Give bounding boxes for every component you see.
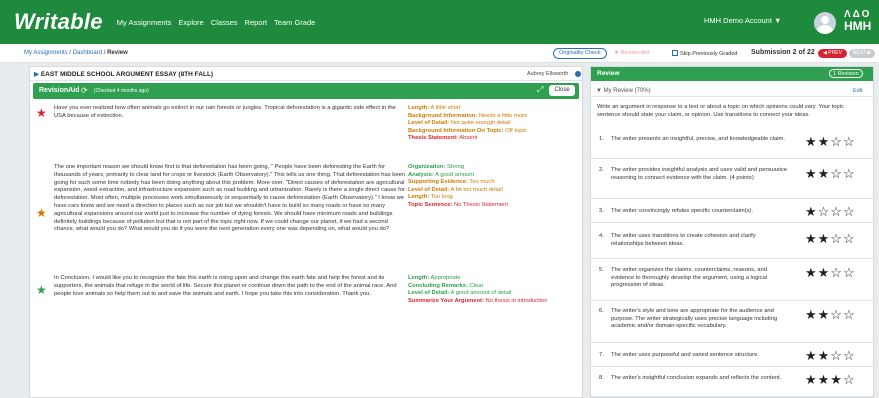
top-navbar: Writable My Assignments Explore Classes …	[0, 0, 879, 44]
feedback-item: Summarize Your Argument: No thesis in in…	[408, 297, 548, 304]
criterion-text: The writer's style and tone are appropri…	[611, 308, 778, 330]
breadcrumb-current: Review	[107, 50, 128, 56]
revision-aid-bar: RevisionAid ⟳ (Checked 4 months ago) ⤢ C…	[33, 83, 579, 99]
star-rating[interactable]: ★★☆☆	[805, 135, 856, 148]
close-button[interactable]: Close	[549, 85, 575, 96]
edit-link[interactable]: Edit	[853, 88, 862, 94]
paragraph-text: In Conclusion, I would like you to recog…	[54, 275, 397, 297]
my-review-label[interactable]: ▼ My Review (70%)	[596, 88, 651, 94]
caret-right-icon: ▶	[34, 71, 41, 78]
essay-panel: ▶ EAST MIDDLE SCHOOL ARGUMENT ESSAY (8TH…	[29, 66, 583, 398]
hmh-logo-text: HMH	[844, 19, 872, 33]
paragraph-feedback: Length: A little short Background Inform…	[408, 105, 580, 143]
essay-header[interactable]: ▶ EAST MIDDLE SCHOOL ARGUMENT ESSAY (8TH…	[30, 67, 582, 81]
feedback-item: Concluding Remarks: Clear	[408, 282, 484, 289]
nav-report[interactable]: Report	[245, 18, 268, 27]
criterion-row: 5. The writer organizes the claims, coun…	[591, 259, 873, 301]
next-button[interactable]: NEXT ▶	[849, 49, 875, 58]
criterion-text: The writer's insightful conclusion expan…	[611, 375, 782, 381]
criterion-row: 4. The writer uses transitions to create…	[591, 223, 873, 259]
feedback-item: Organization: Strong	[408, 164, 465, 170]
paragraph-star-icon: ★	[36, 106, 47, 120]
criterion-text: The writer convincingly refutes specific…	[611, 208, 754, 214]
paragraph-feedback: Length: Appropriate Concluding Remarks: …	[408, 275, 580, 305]
breadcrumb-bar: My Assignments / Dashboard / Review Orig…	[0, 44, 879, 63]
originality-check-button[interactable]: Originality Check	[553, 48, 607, 59]
revision-aid-checked: (Checked 4 months ago)	[94, 88, 149, 94]
nav-my-assignments[interactable]: My Assignments	[117, 18, 172, 27]
feedback-item: Background Information: Needs a little m…	[408, 112, 528, 119]
student-info-icon[interactable]	[575, 71, 581, 77]
criterion-text: The writer uses purposeful and varied se…	[611, 352, 759, 358]
nav-explore[interactable]: Explore	[178, 18, 203, 27]
review-prompt: Write an argument in response to a text …	[597, 104, 844, 118]
skip-label: Skip Previously Graded	[680, 51, 738, 57]
criterion-text: The writer uses transitions to create co…	[611, 233, 756, 247]
criterion-row: 6. The writer's style and tone are appro…	[591, 301, 873, 343]
paragraph-text: The one important reason we should know …	[54, 164, 406, 233]
criterion-row: 1. The writer presents an insightful, pr…	[591, 129, 873, 159]
review-title: Review	[597, 70, 620, 77]
feedback-item: Length: Appropriate	[408, 275, 461, 281]
hmh-logo: ΛΔΟ HMH	[844, 10, 872, 33]
writable-logo[interactable]: Writable	[14, 9, 103, 35]
star-rating[interactable]: ★★☆☆	[805, 266, 856, 279]
revision-count-badge[interactable]: 1 Revision	[829, 69, 863, 78]
main-nav: My Assignments Explore Classes Report Te…	[117, 18, 323, 27]
star-rating[interactable]: ★★★☆	[805, 373, 856, 386]
feedback-item: Analysis: A good amount	[408, 171, 475, 178]
feedback-item: Length: A little short	[408, 105, 461, 111]
breadcrumb-dashboard[interactable]: Dashboard	[73, 50, 102, 56]
feedback-item: Topic Sentence: No Thesis Statement	[408, 201, 508, 208]
revision-aid-button[interactable]: ★ RevisionAid	[614, 50, 650, 56]
essay-title[interactable]: ▶ EAST MIDDLE SCHOOL ARGUMENT ESSAY (8TH…	[34, 70, 213, 78]
feedback-item: Level of Detail: A good amount of detail	[408, 290, 512, 297]
review-panel: Review 1 Revision ▼ My Review (70%) Edit…	[590, 66, 874, 398]
breadcrumb-my-assignments[interactable]: My Assignments	[24, 50, 68, 56]
criterion-row: 8. The writer's insightful conclusion ex…	[591, 367, 873, 397]
paragraph-feedback: Organization: Strong Analysis: A good am…	[408, 164, 580, 210]
checkbox-icon[interactable]	[672, 50, 678, 56]
feedback-item: Level of Detail: Not quite enough detail	[408, 120, 511, 127]
nav-classes[interactable]: Classes	[211, 18, 238, 27]
review-header: Review 1 Revision	[591, 67, 873, 81]
feedback-item: Level of Detail: A bit too much detail	[408, 186, 503, 193]
criterion-row: 7. The writer uses purposeful and varied…	[591, 343, 873, 367]
student-name: Aubrey Ellsworth	[527, 71, 569, 77]
criterion-text: The writer presents an insightful, preci…	[611, 136, 785, 142]
my-review-toggle[interactable]: ▼ My Review (70%) Edit	[591, 85, 873, 97]
refresh-icon[interactable]: ⟳	[81, 86, 88, 95]
feedback-item: Background Information On Topic: Off top…	[408, 127, 527, 134]
nav-team-grade[interactable]: Team Grade	[274, 18, 315, 27]
account-menu[interactable]: HMH Demo Account ▼	[704, 16, 781, 25]
star-rating[interactable]: ★☆☆☆	[805, 205, 856, 218]
feedback-item: Length: Too long	[408, 194, 453, 201]
criterion-row: 3. The writer convincingly refutes speci…	[591, 199, 873, 223]
submission-counter: Submission 2 of 22	[751, 49, 815, 56]
skip-previously-graded-toggle[interactable]: Skip Previously Graded	[672, 50, 737, 57]
criterion-row: 2. The writer provides insightful analys…	[591, 159, 873, 199]
paragraph-star-icon: ★	[36, 283, 47, 297]
star-rating[interactable]: ★★☆☆	[805, 167, 856, 180]
prev-button[interactable]: ◀ PREV	[818, 49, 847, 58]
criterion-text: The writer organizes the claims, counter…	[611, 267, 767, 289]
star-rating[interactable]: ★★☆☆	[805, 349, 856, 362]
feedback-item: Thesis Statement: Absent	[408, 135, 478, 142]
feedback-item: Supporting Evidence: Too much	[408, 179, 495, 186]
star-rating[interactable]: ★★☆☆	[805, 232, 856, 245]
criterion-text: The writer provides insightful analysis …	[611, 167, 787, 181]
paragraph-star-icon: ★	[36, 206, 47, 220]
avatar[interactable]	[814, 12, 836, 34]
revision-aid-title: RevisionAid	[39, 87, 80, 94]
paragraph-text: Have you ever realized how often animals…	[54, 105, 396, 119]
expand-icon[interactable]: ⤢	[537, 85, 543, 95]
star-rating[interactable]: ★★☆☆	[805, 308, 856, 321]
breadcrumb: My Assignments / Dashboard / Review	[24, 50, 128, 56]
